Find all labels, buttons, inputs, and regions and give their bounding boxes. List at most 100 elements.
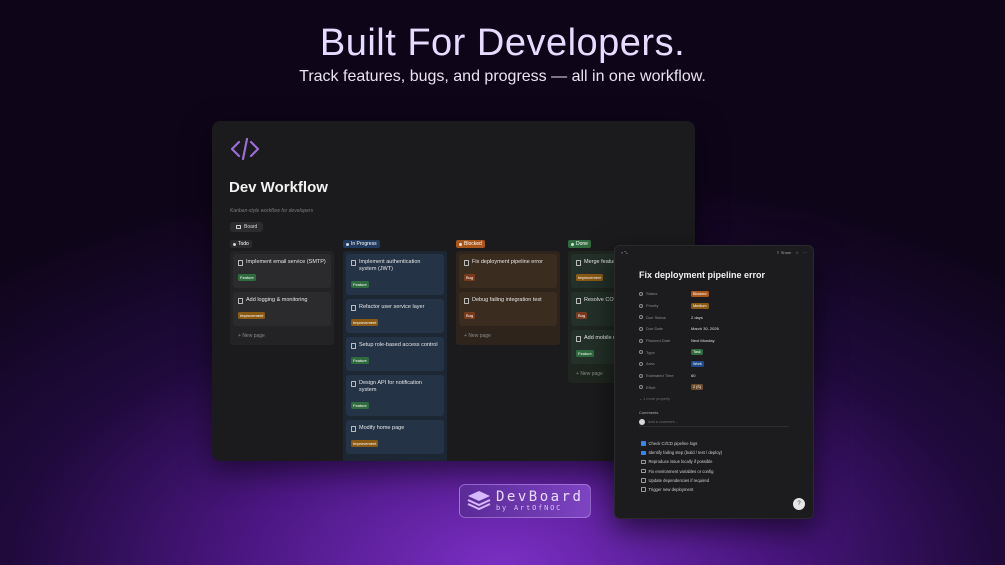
property-row[interactable]: Due Status 2 days xyxy=(639,311,799,323)
card-type-tag: Improvement xyxy=(576,274,604,281)
property-value: Medium xyxy=(691,302,709,309)
share-label: Share xyxy=(780,250,792,255)
card-title: Refactor user service layer xyxy=(359,304,425,310)
card-title-row: Add logging & monitoring xyxy=(238,297,326,304)
checklist-item[interactable]: Reproduce issue locally if possible xyxy=(641,457,801,466)
new-page-button[interactable]: + New page xyxy=(459,330,557,342)
new-page-button[interactable]: + New page xyxy=(346,458,444,461)
detail-title: Fix deployment pipeline error xyxy=(639,270,766,280)
property-name: Type xyxy=(646,349,655,355)
card-title-row: Modify home page xyxy=(351,425,439,432)
property-row[interactable]: Planned Date Next Monday xyxy=(639,335,799,347)
checklist-text: Check CI/CD pipeline logs xyxy=(648,441,698,447)
checklist-text: Fix environment variables or config xyxy=(648,468,714,474)
more-properties-toggle[interactable]: ⌄ 1 more property xyxy=(639,396,670,401)
property-icon xyxy=(639,291,643,296)
kanban-card[interactable]: Design API for notification system Featu… xyxy=(346,375,444,416)
checklist-item[interactable]: Identify failing step (build / test / de… xyxy=(641,448,801,457)
hero-subtitle: Track features, bugs, and progress — all… xyxy=(299,68,706,85)
checkbox[interactable] xyxy=(641,468,646,474)
property-row[interactable]: Status Blocked xyxy=(639,288,799,300)
checkbox[interactable] xyxy=(641,487,646,492)
kanban-card[interactable]: Add logging & monitoring Improvement xyxy=(233,292,331,326)
star-icon[interactable]: ☆ xyxy=(795,250,799,256)
column-todo: Todo Implement email service (SMTP) Feat… xyxy=(230,240,334,345)
checklist-item[interactable]: Trigger new deployment xyxy=(641,485,801,494)
property-name-cell: Effort xyxy=(639,385,691,390)
checklist: Check CI/CD pipeline logs Identify faili… xyxy=(641,439,801,494)
document-icon xyxy=(464,259,469,266)
card-title-row: Fix deployment pipeline error xyxy=(464,259,552,266)
status-dot-icon xyxy=(233,242,236,246)
checklist-text: Reproduce issue locally if possible xyxy=(648,459,713,465)
share-button[interactable]: ⇪ Share xyxy=(776,250,791,256)
page-title: Dev Workflow xyxy=(229,179,328,196)
column-header: Blocked xyxy=(456,240,560,248)
checklist-text: Identify failing step (build / test / de… xyxy=(648,450,723,456)
property-name: Effort xyxy=(646,384,656,390)
card-type-tag: Improvement xyxy=(351,440,379,447)
checklist-item[interactable]: Check CI/CD pipeline logs xyxy=(641,439,801,448)
property-value: Blocked xyxy=(691,290,709,297)
card-title: Debug failing integration test xyxy=(472,297,542,303)
checklist-item[interactable]: Update dependencies if required xyxy=(641,476,801,485)
kanban-card[interactable]: Debug failing integration test Bug xyxy=(459,292,557,326)
property-row[interactable]: Priority Medium xyxy=(639,300,799,312)
kanban-card[interactable]: Setup role-based access control Feature xyxy=(346,337,444,371)
property-icon xyxy=(639,303,643,308)
kanban-card[interactable]: Refactor user service layer Improvement xyxy=(346,299,444,333)
property-row[interactable]: Effort 2 (S) xyxy=(639,382,799,394)
kanban-card[interactable]: Implement authentication system (JWT) Fe… xyxy=(346,254,444,295)
property-row[interactable]: Due Date March 30, 2026 xyxy=(639,323,799,335)
tab-board[interactable]: Board xyxy=(230,222,264,232)
property-icon xyxy=(639,361,643,366)
card-title: Fix deployment pipeline error xyxy=(472,259,543,265)
page-detail-panel: » ⤡ ⇪ Share ☆ ⋯ Fix deployment pipeline … xyxy=(614,245,814,519)
property-value: Work xyxy=(691,360,704,367)
property-row[interactable]: Estimated Time 60 xyxy=(639,370,799,382)
property-name-cell: Due Status xyxy=(639,315,691,320)
column-body: Implement authentication system (JWT) Fe… xyxy=(343,251,447,461)
property-row[interactable]: Type Task xyxy=(639,346,799,358)
card-title: Add logging & monitoring xyxy=(246,297,308,303)
card-title-row: Implement email service (SMTP) xyxy=(238,259,326,266)
property-icon xyxy=(639,350,643,355)
expand-icon[interactable]: » ⤡ xyxy=(621,250,628,256)
document-icon xyxy=(351,259,356,266)
property-icon xyxy=(639,338,643,343)
property-row[interactable]: Area Work xyxy=(639,358,799,370)
help-button[interactable]: ? xyxy=(793,498,805,510)
property-icon xyxy=(639,315,643,320)
checkbox[interactable] xyxy=(641,450,646,456)
card-title: Modify home page xyxy=(359,425,405,431)
new-page-button[interactable]: + New page xyxy=(233,330,331,342)
avatar xyxy=(639,419,645,425)
kanban-card[interactable]: Modify home page Improvement xyxy=(346,420,444,454)
more-icon[interactable]: ⋯ xyxy=(803,250,807,256)
property-name: Priority xyxy=(646,303,659,309)
comment-input[interactable]: Add a comment... xyxy=(639,418,789,427)
column-body: Implement email service (SMTP) Feature A… xyxy=(230,251,334,345)
card-title: Design API for notification system xyxy=(359,380,422,393)
checkbox[interactable] xyxy=(641,459,646,465)
status-dot-icon xyxy=(346,242,349,246)
status-dot-icon xyxy=(459,242,462,246)
checklist-text: Update dependencies if required xyxy=(648,477,710,483)
property-value: 2 days xyxy=(691,314,703,320)
property-name: Planned Date xyxy=(646,338,671,344)
kanban-card[interactable]: Implement email service (SMTP) Feature xyxy=(233,254,331,288)
card-title: Implement authentication system (JWT) xyxy=(359,259,421,272)
document-icon xyxy=(464,297,469,304)
card-type-tag: Bug xyxy=(576,312,588,319)
kanban-card[interactable]: Fix deployment pipeline error Bug xyxy=(459,254,557,288)
card-type-tag: Feature xyxy=(576,350,594,357)
property-value: March 30, 2026 xyxy=(691,326,719,332)
property-icon xyxy=(639,326,643,331)
checklist-item[interactable]: Fix environment variables or config xyxy=(641,467,801,476)
column-status-tag: Todo xyxy=(230,240,252,248)
checkbox[interactable] xyxy=(641,441,646,446)
card-type-tag: Improvement xyxy=(351,319,379,326)
checkbox[interactable] xyxy=(641,478,646,483)
property-name-cell: Priority xyxy=(639,303,691,308)
board-view-icon xyxy=(236,225,241,229)
